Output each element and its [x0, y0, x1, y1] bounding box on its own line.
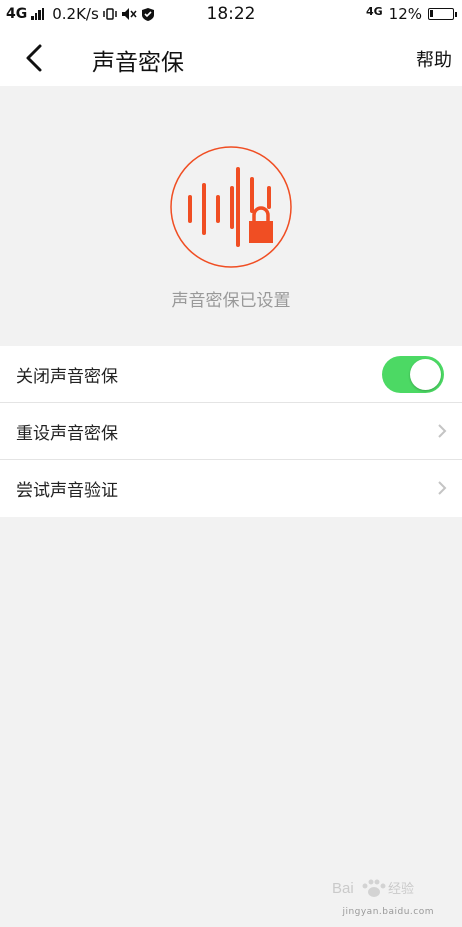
list-item-label: 重设声音密保 [16, 423, 118, 444]
battery-percent: 12% [388, 5, 422, 23]
toggle-knob [410, 359, 441, 390]
chevron-right-icon [438, 481, 447, 495]
svg-text:经验: 经验 [388, 881, 414, 897]
battery-level [430, 10, 433, 17]
app-header: 声音密保 帮助 [0, 30, 462, 86]
back-arrow-icon[interactable] [20, 42, 50, 74]
watermark-url: jingyan.baidu.com [342, 907, 434, 917]
list-item-label: 尝试声音验证 [16, 481, 118, 501]
disable-voice-lock-toggle[interactable] [382, 356, 444, 393]
voice-lock-hero: 声音密保已设置 [0, 86, 462, 346]
help-link[interactable]: 帮助 [416, 46, 452, 72]
battery-icon [428, 8, 457, 20]
voice-lock-icon [170, 146, 292, 268]
list-item-try-voice-verify[interactable]: 尝试声音验证 [0, 460, 462, 517]
settings-list: 关闭声音密保 重设声音密保 尝试声音验证 [0, 346, 462, 517]
status-right: 4G 12% [365, 4, 457, 23]
status-bar: 4G 0.2K/s 18:22 4G 12% [0, 0, 462, 30]
list-item-label: 关闭声音密保 [16, 366, 118, 387]
chevron-right-icon [438, 424, 447, 438]
list-item-reset-voice-lock[interactable]: 重设声音密保 [0, 403, 462, 460]
network-type-right: 4G [365, 4, 383, 18]
list-item-disable-voice-lock[interactable]: 关闭声音密保 [0, 346, 462, 403]
svg-text:Bai: Bai [332, 880, 354, 897]
page-title: 声音密保 [92, 50, 184, 76]
status-text: 声音密保已设置 [171, 291, 291, 311]
